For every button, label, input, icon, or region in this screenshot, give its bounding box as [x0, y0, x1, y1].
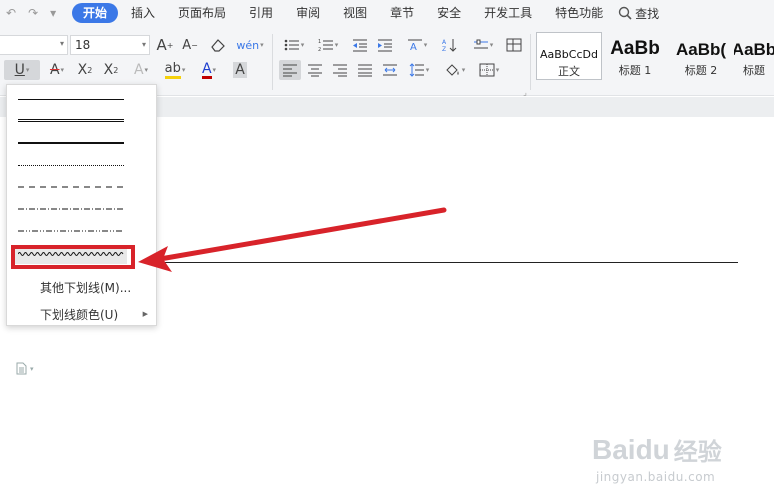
annotation-arrow-icon [138, 207, 447, 272]
watermark-brand: Baidu [592, 433, 670, 465]
watermark-logo: Baidu 经验 [592, 432, 722, 467]
watermark-url: jingyan.baidu.com [596, 470, 716, 484]
watermark-cn: 经验 [673, 438, 722, 466]
watermark: Baidu 经验 jingyan.baidu.com [592, 432, 752, 490]
